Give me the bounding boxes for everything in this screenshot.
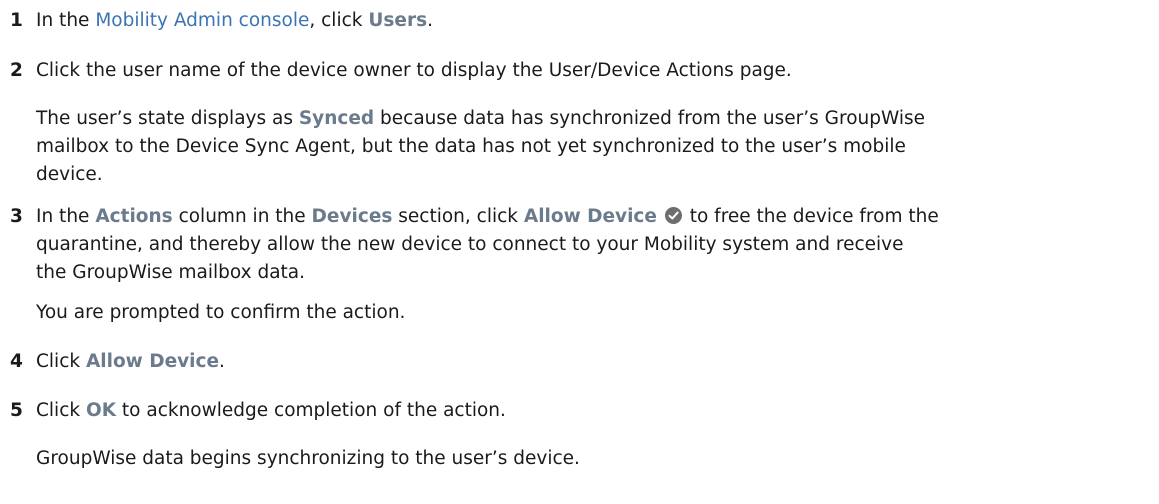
note-text: because data has synchronized from the u… (374, 108, 926, 129)
step-text: In the (36, 206, 96, 227)
note-line: The user’s state displays as Synced beca… (36, 105, 1145, 133)
ui-label-allow-device: Allow Device (523, 206, 657, 227)
step-number: 1 (10, 10, 23, 31)
step-text: . (427, 10, 433, 31)
step-text: section, click (392, 206, 524, 227)
note-line: mailbox to the Device Sync Agent, but th… (36, 136, 906, 157)
step-text: to acknowledge completion of the action. (116, 400, 506, 421)
mobility-admin-console-link[interactable]: Mobility Admin console (95, 10, 309, 31)
step-line: 3 In the Actions column in the Devices se… (10, 203, 1149, 231)
step-text: . (219, 351, 225, 372)
step-text: , click (309, 10, 369, 31)
step-text: to free the device from the (683, 206, 939, 227)
step-1: 1 In the Mobility Admin console, click Us… (10, 7, 1149, 35)
step-number: 5 (10, 400, 23, 421)
step-number: 3 (10, 206, 23, 227)
step-number: 4 (10, 351, 23, 372)
step-text: Click (36, 351, 86, 372)
ui-label-allow-device: Allow Device (85, 351, 220, 372)
ui-label-synced: Synced (298, 108, 375, 129)
note-line: device. (36, 164, 103, 185)
step-2: 2 Click the user name of the device owner… (10, 57, 1149, 85)
step-text: column in the (172, 206, 312, 227)
step-text: Click the user name of the device owner … (36, 60, 792, 81)
step-line: the GroupWise mailbox data. (36, 262, 305, 283)
note-prompt: You are prompted to confirm the action. (36, 302, 406, 323)
document-body: 1 In the Mobility Admin console, click Us… (0, 0, 1159, 504)
note-result: GroupWise data begins synchronizing to t… (36, 448, 580, 469)
note-synced: The user’s state displays as Synced beca… (36, 105, 1145, 189)
step-text: In the (36, 10, 96, 31)
step-5: 5 Click OK to acknowledge completion of t… (10, 397, 1149, 425)
ui-label-users: Users (368, 10, 428, 31)
step-number: 2 (10, 60, 23, 81)
check-circle-icon (664, 207, 682, 224)
step-text: Click (36, 400, 86, 421)
step-4: 4 Click Allow Device. (10, 348, 1149, 376)
step-3: 3 In the Actions column in the Devices se… (10, 203, 1149, 287)
note-text: The user’s state displays as (36, 108, 299, 129)
ui-label-actions: Actions (95, 206, 173, 227)
ui-label-devices: Devices (311, 206, 393, 227)
ui-label-ok: OK (85, 400, 117, 421)
step-line: quarantine, and thereby allow the new de… (36, 234, 904, 255)
